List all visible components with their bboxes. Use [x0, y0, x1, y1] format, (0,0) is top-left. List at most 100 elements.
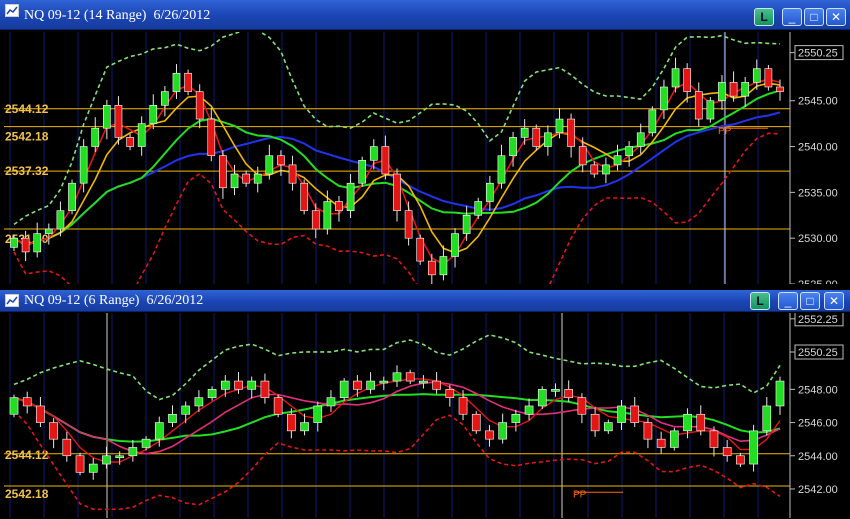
candle-up: [265, 155, 274, 175]
candle-down: [335, 201, 343, 211]
candle-down: [656, 438, 666, 448]
candle-up: [172, 72, 181, 92]
candle-up: [602, 164, 610, 175]
candle-up: [706, 100, 715, 120]
candle-up: [551, 389, 560, 392]
axis-tick-label: 2525.00: [798, 279, 838, 284]
candle-down: [458, 397, 468, 415]
candle-up: [141, 438, 151, 448]
candle-up: [68, 182, 76, 211]
candle-up: [509, 137, 517, 157]
candle-down: [445, 389, 455, 398]
axis-tick-label: 2540.00: [798, 142, 838, 154]
window-titlebar[interactable]: NQ 09-12 (14 Range) 6/26/2012 L _ □ ✕: [0, 0, 850, 30]
candle-down: [590, 413, 600, 432]
maximize-button[interactable]: □: [800, 292, 820, 310]
axis-tick-label: 2535.00: [798, 187, 838, 199]
candle-up: [181, 405, 191, 415]
ma-green: [13, 393, 781, 443]
candle-down: [273, 397, 283, 415]
candle-up: [462, 214, 471, 234]
minimize-button[interactable]: _: [782, 8, 802, 26]
candle-up: [749, 430, 758, 465]
candle-up: [718, 82, 726, 102]
minimize-button[interactable]: _: [778, 292, 798, 310]
candle-down: [21, 237, 30, 253]
candle-down: [62, 438, 72, 457]
candle-down: [643, 422, 653, 440]
candle-up: [603, 422, 613, 432]
candle-up: [617, 405, 626, 423]
candle-down: [242, 173, 250, 184]
candle-up: [511, 413, 521, 423]
link-button[interactable]: L: [750, 292, 770, 310]
close-button[interactable]: ✕: [826, 8, 846, 26]
candle-up: [636, 132, 645, 147]
candle-up: [752, 68, 761, 83]
candle-up: [247, 380, 257, 390]
level-label: 2542.18: [5, 130, 49, 144]
chart-window-bottom: NQ 09-12 (6 Range) 6/26/2012 L _ □ ✕ 254…: [0, 290, 850, 519]
candle-down: [207, 118, 216, 157]
level-label: 2544.12: [5, 102, 49, 116]
candle-up: [168, 413, 177, 423]
candle-up: [537, 389, 547, 407]
candle-up: [670, 430, 679, 448]
candle-up: [300, 422, 309, 432]
candle-down: [49, 422, 58, 440]
candle-up: [762, 405, 772, 432]
candle-down: [764, 68, 773, 88]
candle-up: [520, 127, 529, 138]
price-chart[interactable]: 2544.122542.182537.322531.00PP2525.00253…: [0, 32, 850, 284]
maximize-button[interactable]: □: [804, 8, 824, 26]
candle-up: [474, 201, 483, 216]
level-label: 2537.32: [5, 164, 49, 178]
axis-tick-label: 2545.00: [798, 96, 838, 108]
candle-down: [471, 413, 481, 432]
close-button[interactable]: ✕: [824, 292, 844, 310]
candle-up: [137, 123, 146, 147]
candle-down: [683, 68, 691, 92]
candle-down: [405, 372, 415, 382]
price-chart[interactable]: 2544.12 2542.18 PP 2542.00 2544.00 2546.00 254…: [0, 313, 850, 518]
candle-up: [486, 182, 494, 202]
candle-down: [36, 405, 45, 423]
candle-down: [22, 397, 32, 407]
candle-up: [625, 146, 633, 157]
candle-up: [366, 380, 375, 390]
candle-down: [564, 389, 574, 398]
candle-down: [427, 260, 436, 276]
candle-down: [300, 182, 308, 211]
candle-up: [741, 82, 750, 97]
axis-tick-label: 2530.00: [798, 233, 838, 245]
candle-up: [369, 146, 378, 161]
candle-down: [184, 72, 192, 92]
candle-up: [683, 413, 692, 432]
candle-down: [590, 164, 599, 175]
candle-up: [128, 447, 138, 457]
candle-up: [230, 173, 239, 189]
candle-down: [694, 91, 703, 120]
candle-down: [234, 380, 243, 390]
candle-down: [393, 173, 401, 211]
candle-down: [75, 455, 85, 473]
pp-label: PP: [718, 126, 732, 137]
candle-up: [660, 86, 668, 111]
candle-up: [161, 91, 169, 106]
candle-up: [613, 155, 622, 166]
level-label: 2542.18: [5, 487, 49, 501]
axis-tick-label: 2546.00: [798, 418, 838, 430]
window-titlebar[interactable]: NQ 09-12 (6 Range) 6/26/2012 L _ □ ✕: [0, 290, 850, 312]
ma-green: [13, 89, 781, 247]
candle-down: [404, 210, 413, 239]
candle-up: [149, 105, 158, 124]
link-button[interactable]: L: [754, 8, 774, 26]
candle-down: [485, 430, 494, 440]
candle-down: [126, 137, 134, 147]
candle-down: [114, 105, 123, 138]
candle-up: [524, 405, 534, 415]
window-title: NQ 09-12 (6 Range) 6/26/2012: [24, 293, 204, 308]
candle-up: [497, 155, 506, 184]
candle-up: [102, 455, 111, 465]
candle-up: [439, 256, 448, 276]
